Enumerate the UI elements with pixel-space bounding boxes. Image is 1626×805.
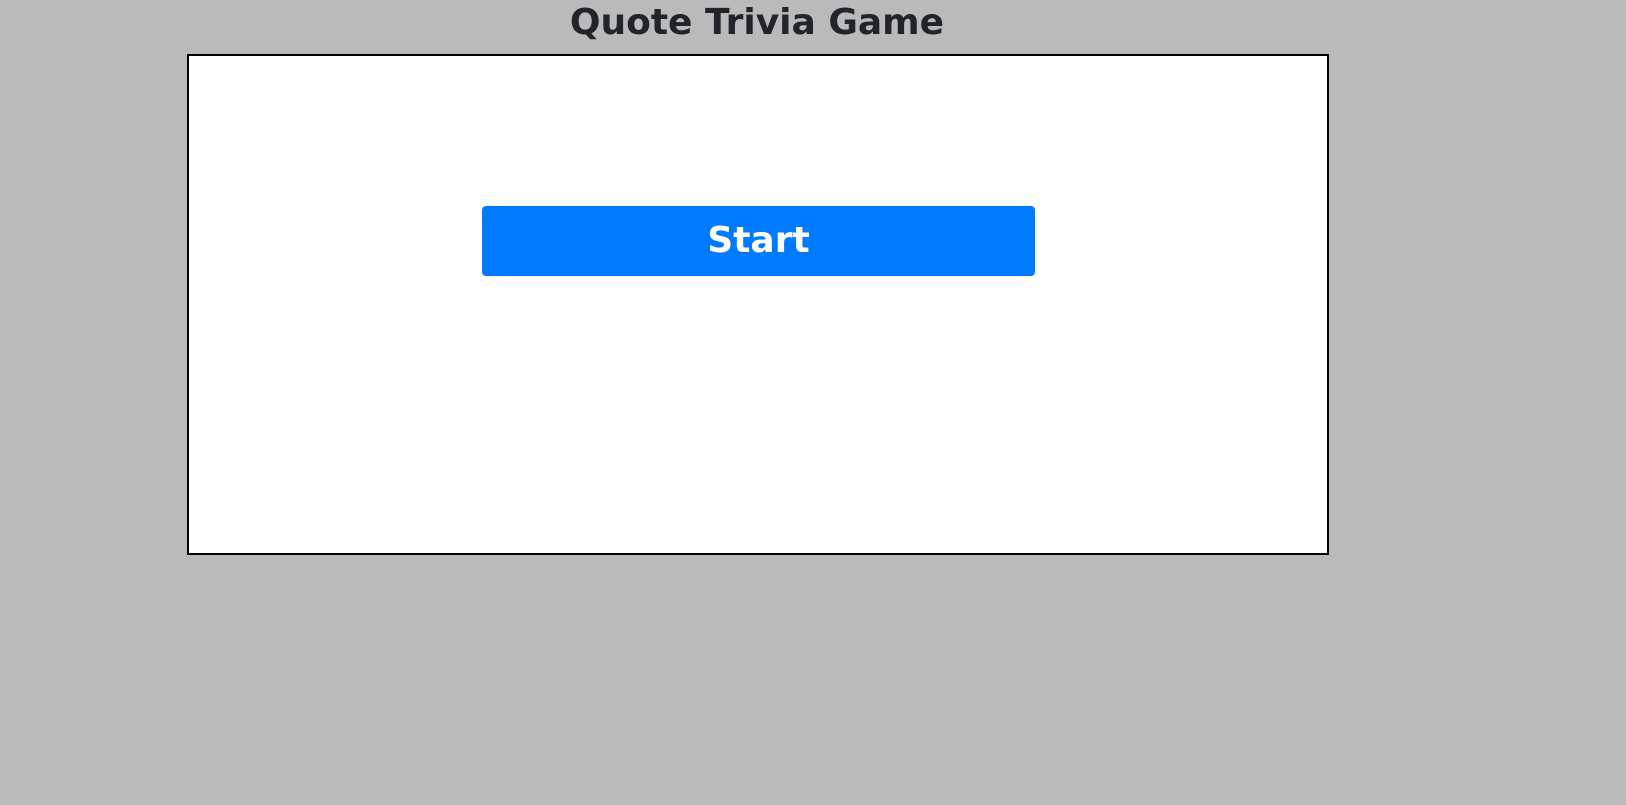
game-panel: Start: [187, 54, 1329, 555]
start-button[interactable]: Start: [482, 206, 1035, 276]
page-title: Quote Trivia Game: [569, 2, 945, 43]
